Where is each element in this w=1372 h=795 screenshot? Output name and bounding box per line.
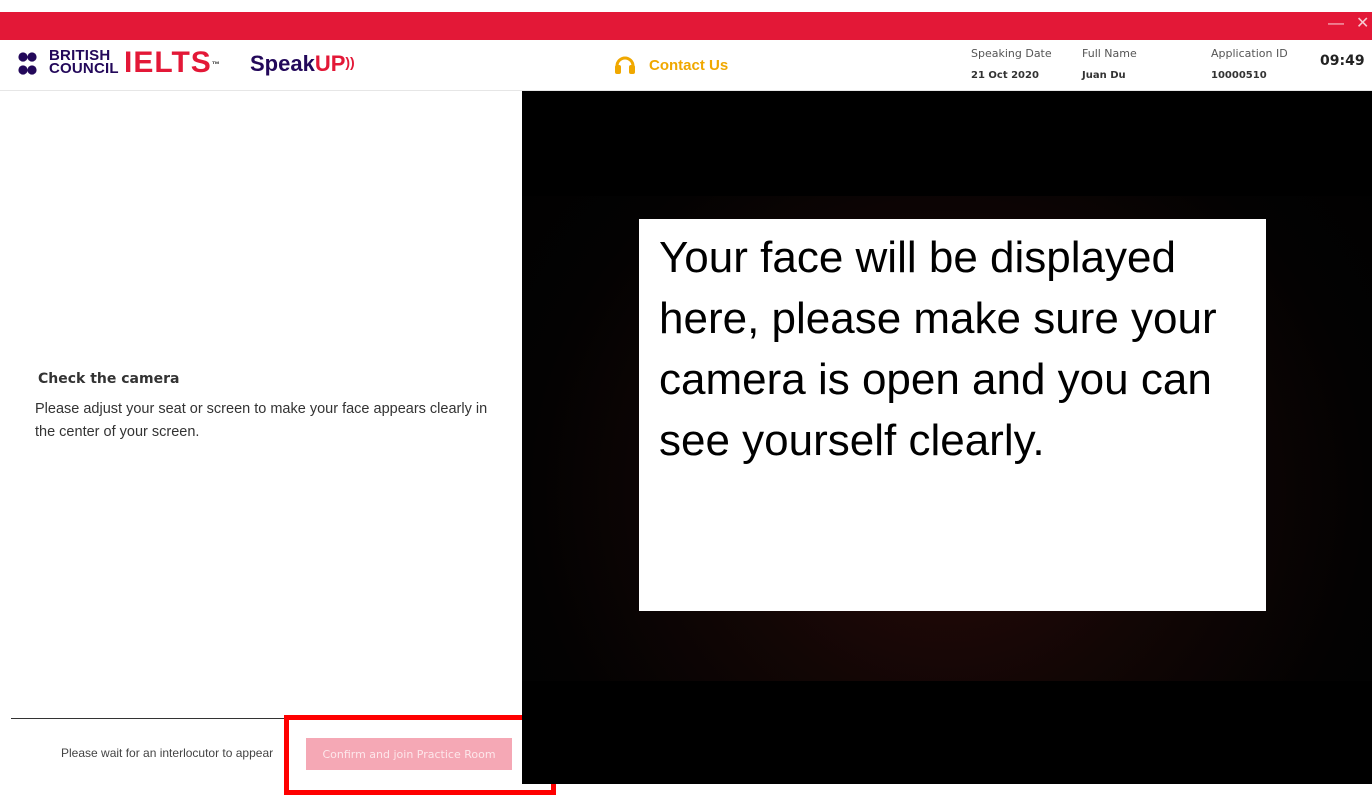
- contact-us-label: Contact Us: [649, 56, 729, 74]
- headset-icon: [615, 56, 635, 74]
- camera-notice-text: Your face will be displayed here, please…: [659, 233, 1217, 465]
- bc-line2: COUNCIL: [49, 60, 119, 77]
- instructions-panel: Check the camera Please adjust your seat…: [0, 91, 556, 795]
- full-name: Full Name Juan Du: [1082, 47, 1137, 83]
- titlebar-red-strip: [0, 12, 1372, 40]
- minimize-icon[interactable]: —: [1328, 14, 1344, 34]
- speaking-date: Speaking Date 21 Oct 2020: [971, 47, 1052, 83]
- highlight-annotation-box: [284, 715, 556, 795]
- video-letterbox-bottom: [522, 681, 1372, 784]
- sound-waves-icon: )): [345, 54, 355, 70]
- british-council-dots-icon: [18, 52, 37, 75]
- application-id: Application ID 10000510: [1211, 47, 1288, 83]
- wait-message: Please wait for an interlocutor to appea…: [61, 746, 274, 760]
- video-letterbox-top: [522, 91, 1372, 196]
- full-name-label: Full Name: [1082, 47, 1137, 60]
- camera-preview: Your face will be displayed here, please…: [522, 91, 1372, 784]
- ielts-wordmark: IELTS: [124, 46, 212, 79]
- speaking-date-value: 21 Oct 2020: [971, 70, 1039, 81]
- check-camera-title: Check the camera: [38, 371, 180, 387]
- speakup-up: UP: [314, 51, 346, 76]
- application-id-label: Application ID: [1211, 47, 1288, 60]
- camera-notice-box: Your face will be displayed here, please…: [639, 219, 1266, 611]
- app-header: BRITISH COUNCIL IELTS™ SpeakUP)) Contact…: [0, 40, 1372, 91]
- ielts-logo: IELTS™: [124, 48, 221, 78]
- ielts-trademark: ™: [211, 60, 221, 69]
- speakup-logo: SpeakUP)): [250, 52, 355, 76]
- close-icon[interactable]: ✕: [1356, 14, 1369, 34]
- speakup-speak: Speak: [250, 51, 315, 76]
- countdown-clock: 09:49: [1320, 53, 1365, 69]
- check-camera-description: Please adjust your seat or screen to mak…: [35, 401, 488, 440]
- contact-us-button[interactable]: Contact Us: [613, 53, 728, 77]
- full-name-value: Juan Du: [1082, 70, 1126, 81]
- window-titlebar: — ✕: [0, 0, 1372, 40]
- speaking-date-label: Speaking Date: [971, 47, 1052, 60]
- application-id-value: 10000510: [1211, 70, 1267, 81]
- british-council-wordmark: BRITISH COUNCIL: [49, 48, 119, 77]
